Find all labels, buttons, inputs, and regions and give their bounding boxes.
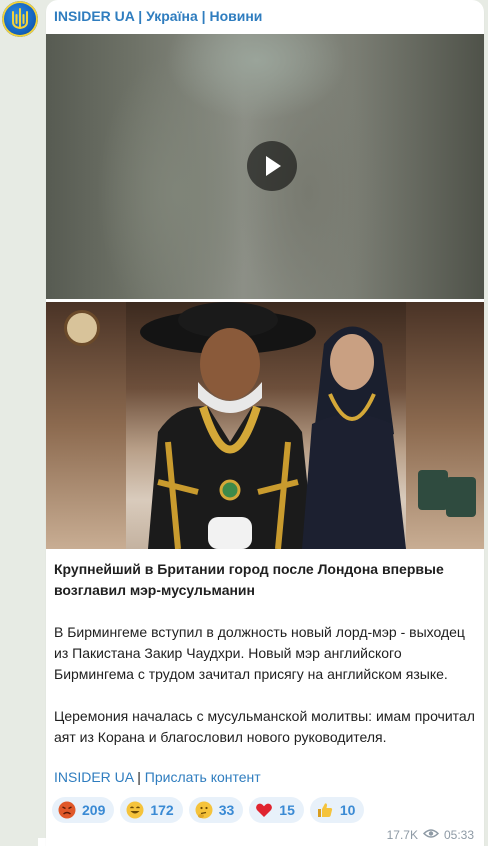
reactions-bar: 209 172 33 15 10 — [52, 797, 365, 823]
post-title: Крупнейший в Британии город после Лондон… — [54, 561, 444, 598]
photo-image[interactable] — [46, 302, 484, 549]
video-thumbnail[interactable] — [46, 34, 484, 299]
play-icon — [266, 156, 281, 176]
mayoress-figure — [302, 326, 406, 549]
thumbs-up-icon — [316, 801, 334, 819]
link-separator: | — [133, 769, 145, 785]
channel-link[interactable]: INSIDER UA — [54, 769, 133, 785]
send-content-link[interactable]: Прислать контент — [145, 769, 261, 785]
reaction-angry[interactable]: 209 — [52, 797, 115, 823]
reaction-count: 10 — [339, 802, 356, 818]
views-count: 17.7K — [386, 828, 418, 842]
lord-mayor-figure — [140, 302, 316, 549]
angry-face-icon — [58, 801, 76, 819]
reaction-count: 172 — [150, 802, 174, 818]
post-links: INSIDER UA | Прислать контент — [54, 769, 261, 785]
play-button[interactable] — [247, 141, 297, 191]
message-time: 05:33 — [443, 828, 474, 842]
reaction-thinking[interactable]: 33 — [188, 797, 244, 823]
reaction-count: 209 — [82, 802, 106, 818]
grinning-face-icon — [126, 801, 144, 819]
channel-avatar[interactable] — [2, 1, 38, 37]
reaction-thumbs-up[interactable]: 10 — [309, 797, 365, 823]
reaction-count: 33 — [218, 802, 235, 818]
post-paragraph-1: В Бирмингеме вступил в должность новый л… — [54, 624, 465, 682]
reaction-heart[interactable]: 15 — [249, 797, 304, 823]
reaction-count: 15 — [279, 802, 295, 818]
channel-name[interactable]: INSIDER UA | Україна | Новини — [54, 8, 262, 24]
eye-icon — [422, 828, 440, 842]
thinking-face-icon — [195, 801, 213, 819]
message-bubble: INSIDER UA | Україна | Новини Крупнейший… — [46, 0, 484, 846]
reaction-grinning[interactable]: 172 — [120, 797, 183, 823]
post-paragraph-2: Церемония началась с мусульманской молит… — [54, 708, 475, 745]
wall-clock-image — [64, 310, 100, 346]
message-meta: 17.7K 05:33 — [387, 828, 474, 842]
red-heart-icon — [255, 801, 273, 819]
